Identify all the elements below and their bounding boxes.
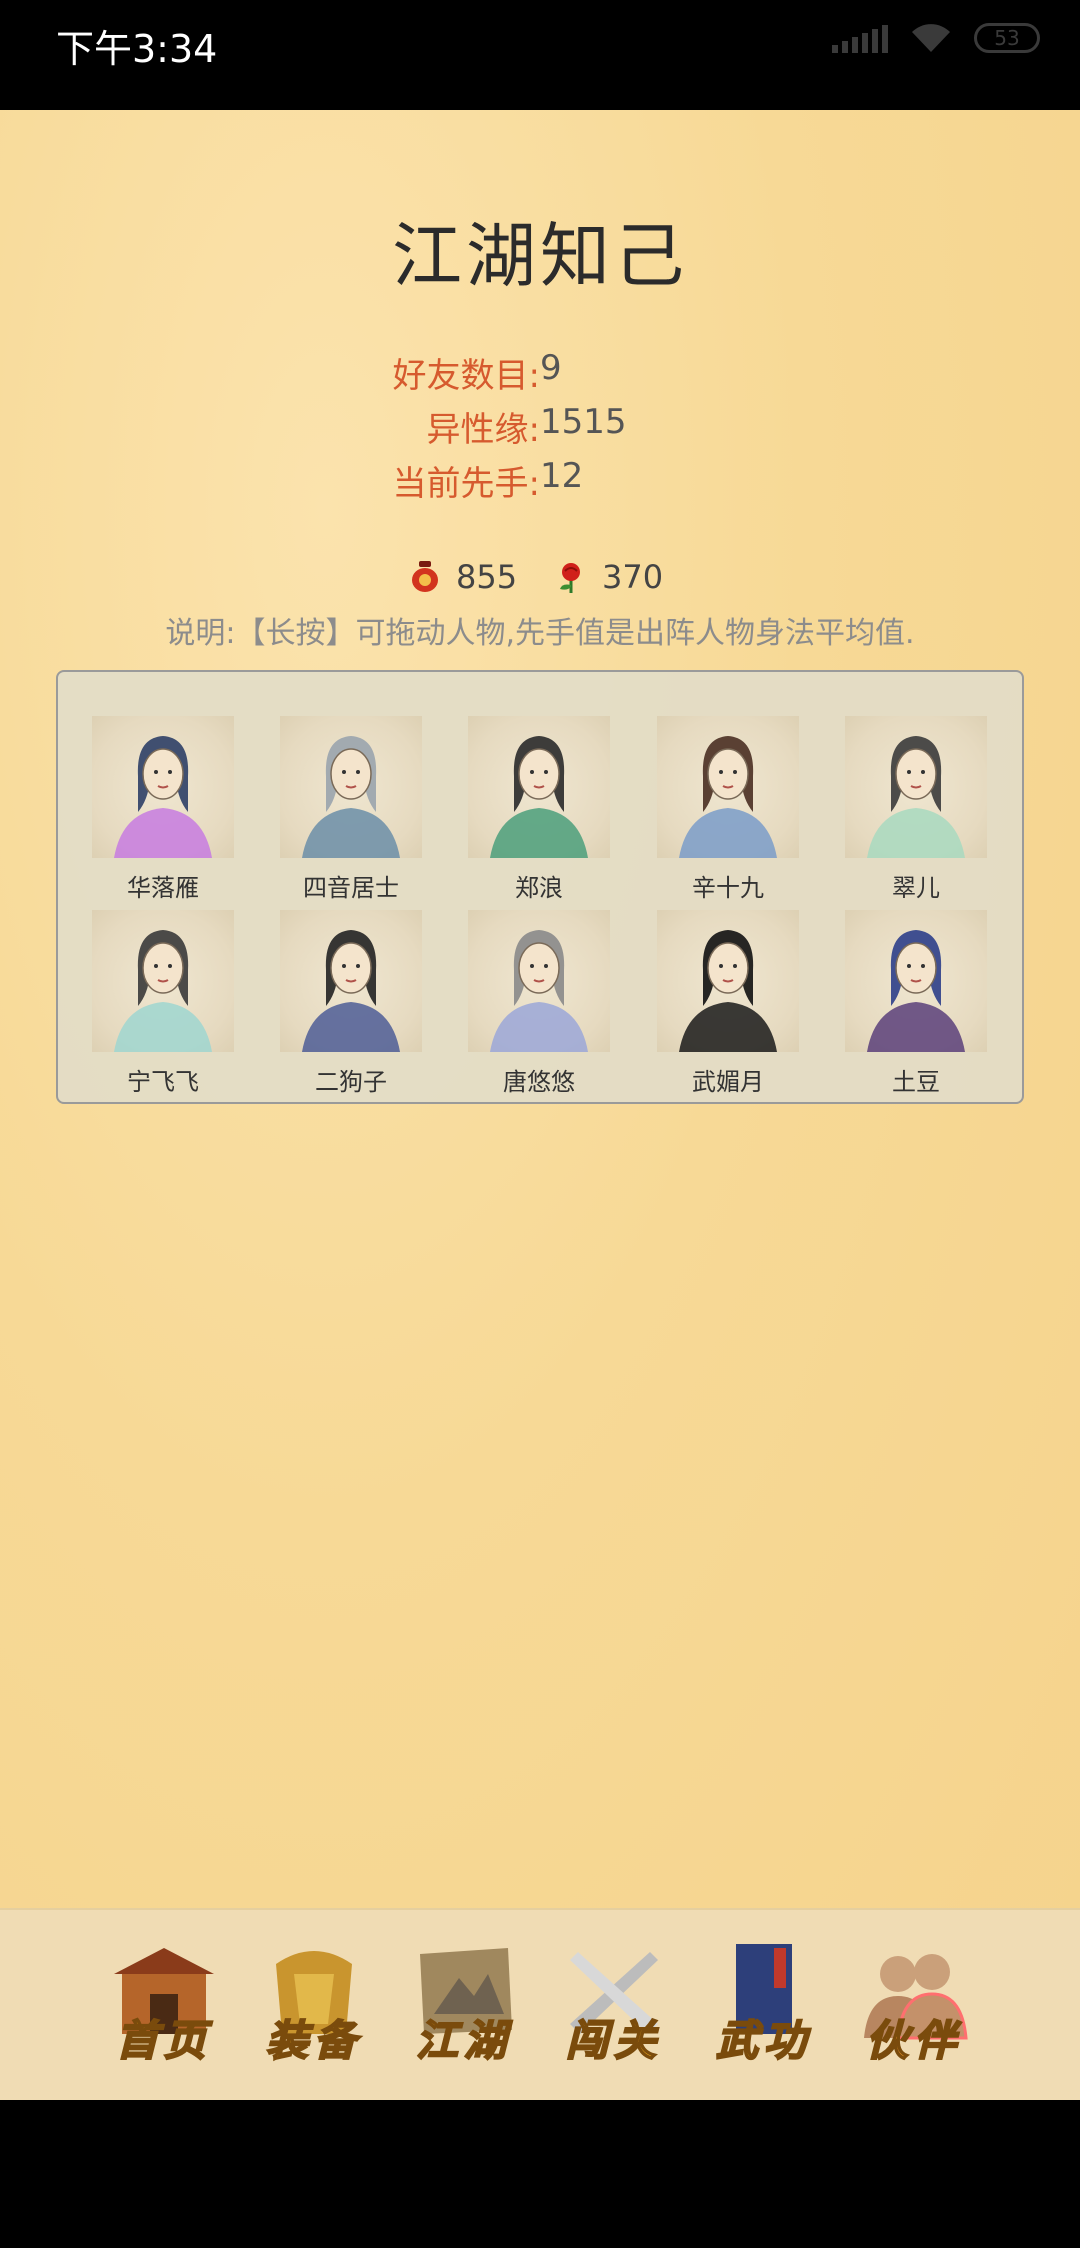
system-nav-area <box>0 2100 1080 2248</box>
partner-name: 辛十九 <box>692 874 764 902</box>
stat-label: 当前先手: <box>392 464 540 504</box>
status-bar: 下午3:34 53 <box>0 0 1080 110</box>
stat-value: 1515 <box>540 402 627 442</box>
partner-name: 武媚月 <box>692 1068 764 1096</box>
bottom-nav: 首页 装备 江湖 闯关 武功 伙伴 <box>0 1908 1080 2100</box>
partner-portrait <box>468 716 610 858</box>
stat-value: 9 <box>540 348 562 388</box>
stat-affinity: 异性缘: 1515 <box>0 402 1080 452</box>
nav-equipment[interactable]: 装备 <box>244 1934 384 2074</box>
wifi-icon <box>912 24 950 52</box>
stat-label: 好友数目: <box>392 356 540 396</box>
partner-name: 华落雁 <box>127 874 199 902</box>
stat-value: 12 <box>540 456 584 496</box>
partner-card[interactable]: 四音居士 <box>276 716 426 903</box>
partner-card[interactable]: 宁飞飞 <box>88 910 238 1097</box>
partner-portrait <box>92 910 234 1052</box>
partner-card[interactable]: 郑浪 <box>464 716 614 903</box>
signal-icon <box>832 23 888 53</box>
partner-portrait <box>92 716 234 858</box>
partner-grid: 华落雁 四音居士 郑浪 辛十九 翠儿宁飞飞 二狗子 唐悠悠 武媚月 土豆 <box>56 670 1024 1104</box>
currency-bar: 855 370 <box>0 558 1080 608</box>
partner-portrait <box>280 716 422 858</box>
currency-value: 370 <box>602 558 664 596</box>
partner-card[interactable]: 唐悠悠 <box>464 910 614 1097</box>
partner-portrait <box>468 910 610 1052</box>
stat-initiative: 当前先手: 12 <box>0 456 1080 506</box>
nav-label: 装备 <box>265 2015 362 2066</box>
partner-card[interactable]: 二狗子 <box>276 910 426 1097</box>
currency-rose: 370 <box>556 558 663 596</box>
partner-portrait <box>845 716 987 858</box>
partner-card[interactable]: 土豆 <box>841 910 991 1097</box>
nav-partners[interactable]: 伙伴 <box>844 1934 984 2074</box>
app-screen: 江湖知己 好友数目: 9 异性缘: 1515 当前先手: 12 855 370 … <box>0 110 1080 2100</box>
partner-name: 翠儿 <box>892 874 940 902</box>
nav-jianghu[interactable]: 江湖 <box>394 1934 534 2074</box>
battery-icon: 53 <box>974 23 1040 53</box>
partner-portrait <box>280 910 422 1052</box>
partner-name: 土豆 <box>892 1068 940 1096</box>
partner-name: 郑浪 <box>515 874 563 902</box>
partner-name: 唐悠悠 <box>503 1068 575 1096</box>
nav-home[interactable]: 首页 <box>94 1934 234 2074</box>
nav-label: 伙伴 <box>865 2015 962 2066</box>
stat-friends-count: 好友数目: 9 <box>0 348 1080 398</box>
partner-portrait <box>657 716 799 858</box>
hint-text: 说明:【长按】可拖动人物,先手值是出阵人物身法平均值. <box>165 616 915 651</box>
partner-portrait <box>657 910 799 1052</box>
currency-wine: 855 <box>410 558 517 596</box>
nav-label: 首页 <box>115 2015 212 2066</box>
wine-jar-icon <box>412 561 438 592</box>
partner-name: 宁飞飞 <box>127 1068 199 1096</box>
partner-portrait <box>845 910 987 1052</box>
currency-value: 855 <box>456 558 518 596</box>
partner-card[interactable]: 辛十九 <box>653 716 803 903</box>
status-time: 下午3:34 <box>56 27 218 71</box>
nav-label: 闯关 <box>565 2015 662 2066</box>
page-title: 江湖知己 <box>392 215 688 297</box>
status-icons: 53 <box>832 22 1040 54</box>
rose-icon <box>560 563 580 593</box>
nav-challenge[interactable]: 闯关 <box>544 1934 684 2074</box>
stat-label: 异性缘: <box>426 410 540 450</box>
nav-label: 江湖 <box>415 2015 512 2066</box>
partner-card[interactable]: 华落雁 <box>88 716 238 903</box>
nav-martial-arts[interactable]: 武功 <box>694 1934 834 2074</box>
partner-name: 四音居士 <box>303 874 399 902</box>
partner-name: 二狗子 <box>315 1068 387 1096</box>
partner-card[interactable]: 翠儿 <box>841 716 991 903</box>
partner-card[interactable]: 武媚月 <box>653 910 803 1097</box>
nav-label: 武功 <box>715 2015 812 2066</box>
